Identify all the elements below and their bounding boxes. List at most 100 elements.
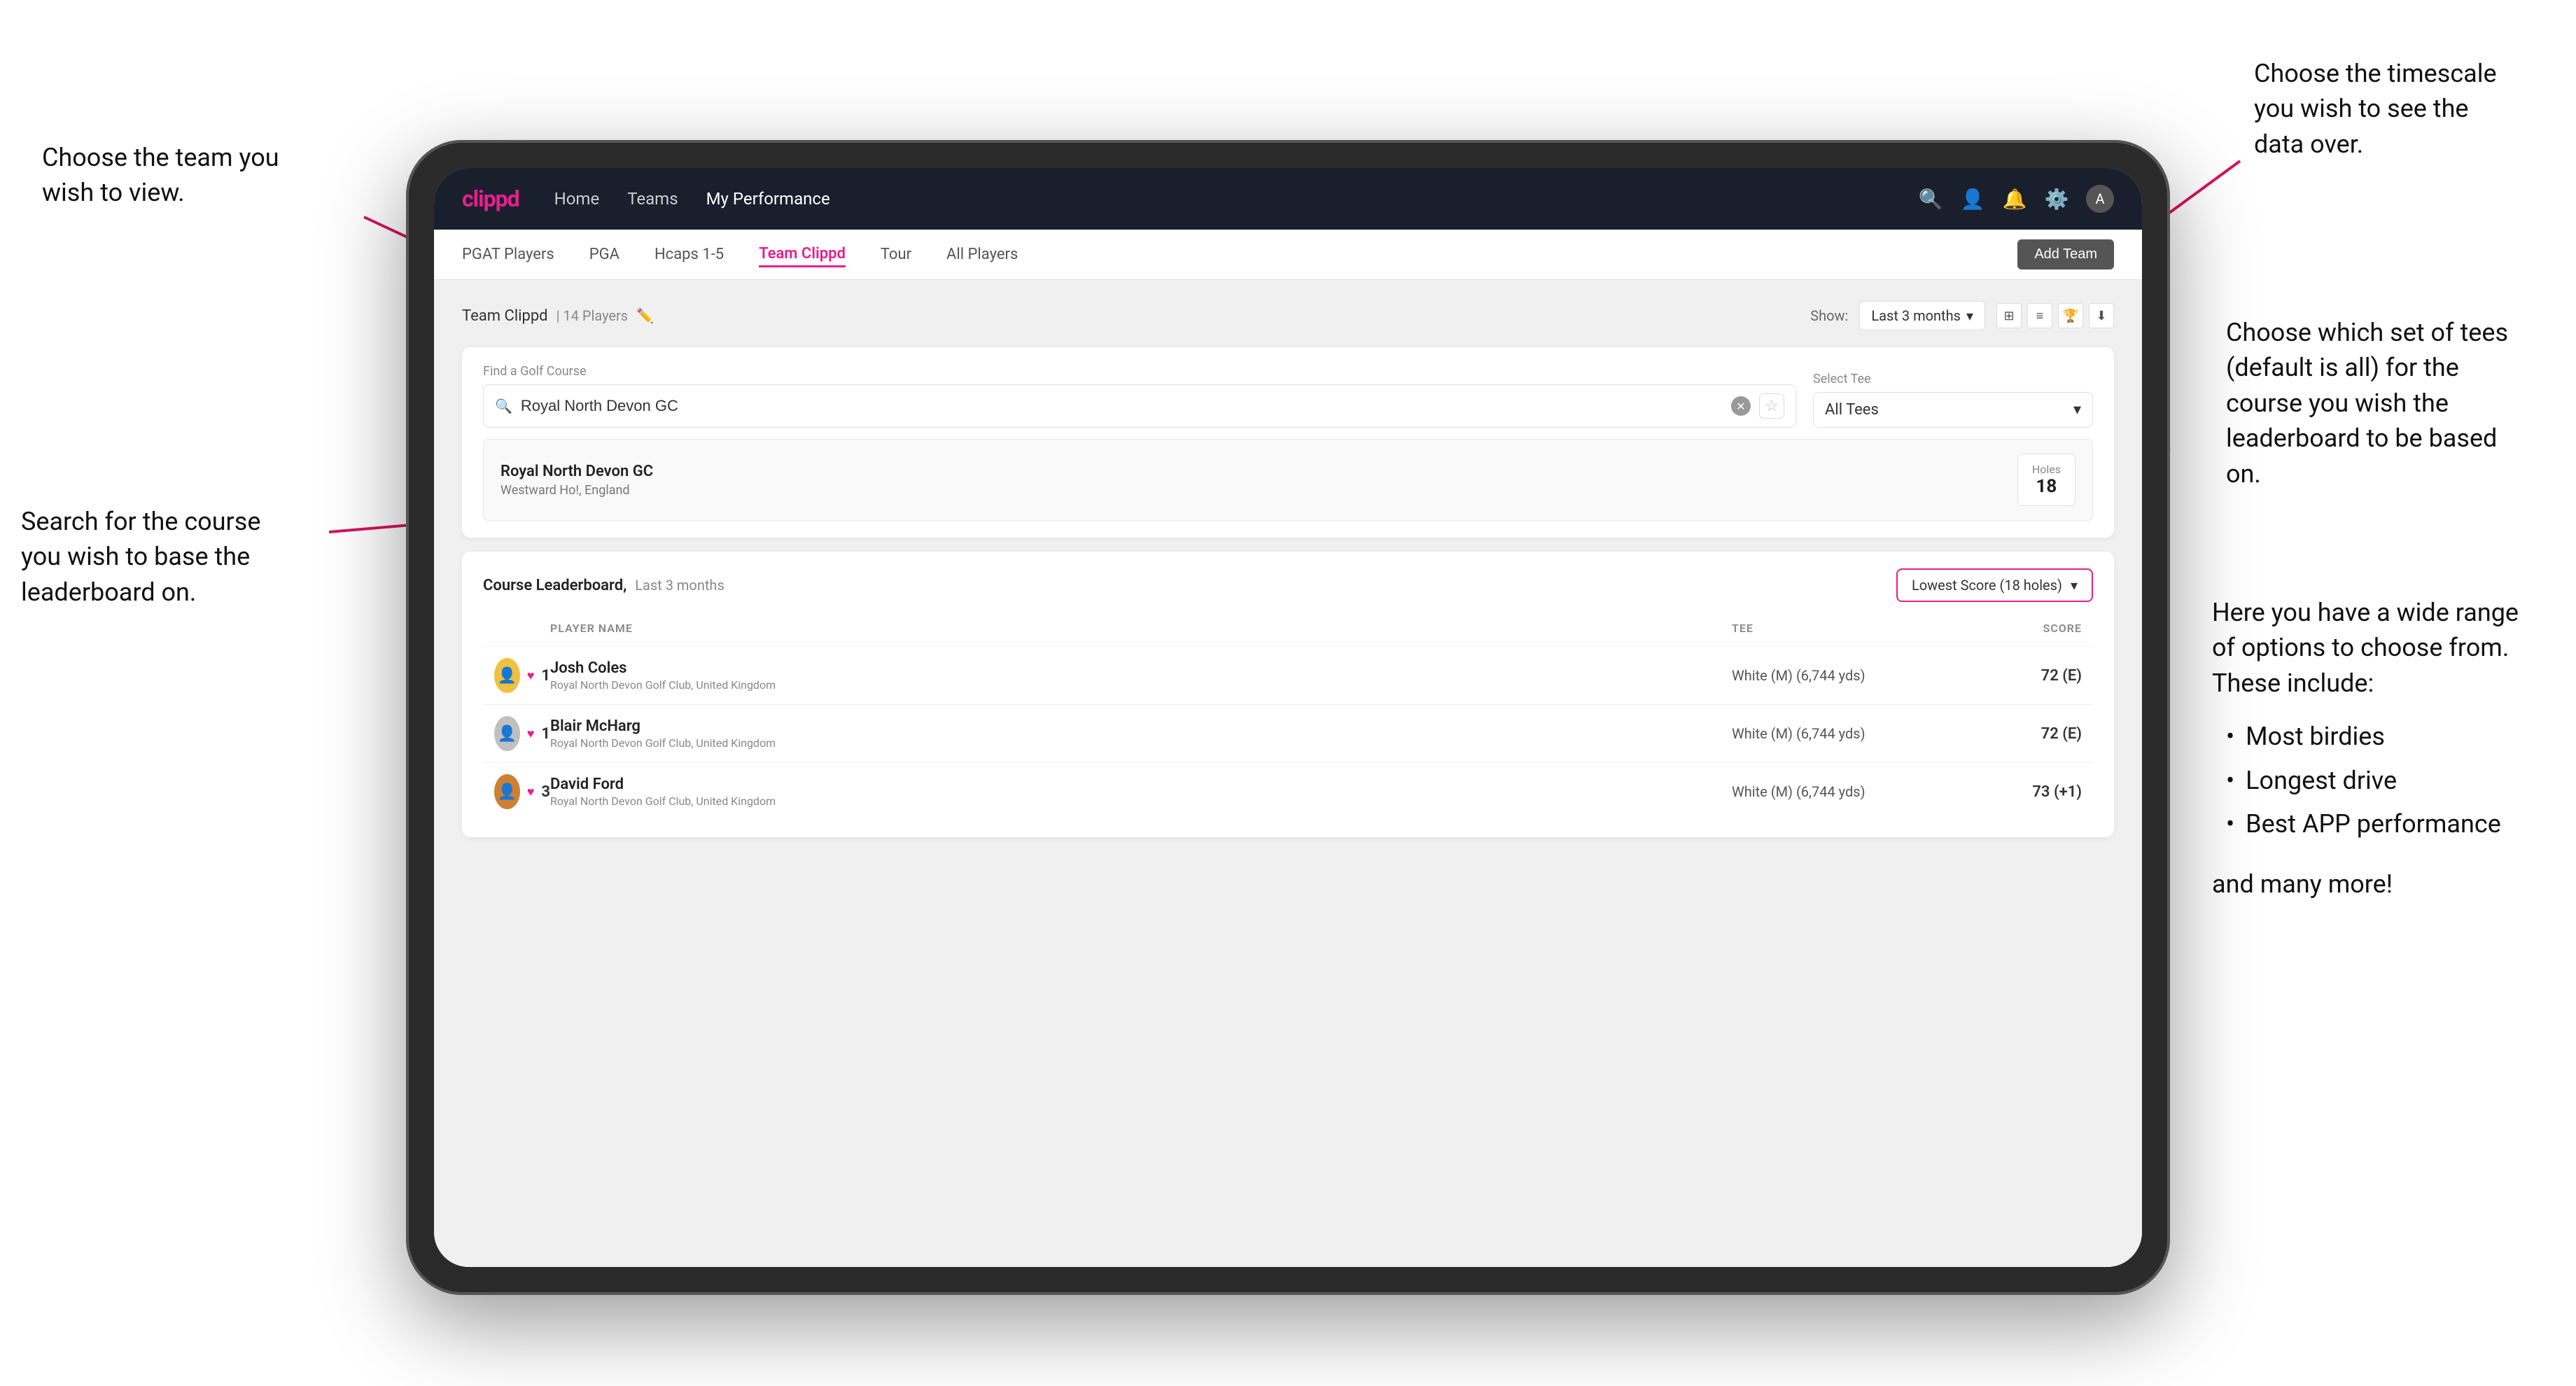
col-player-name: PLAYER NAME xyxy=(550,622,1732,635)
search-field-group: Find a Golf Course 🔍 ✕ ☆ xyxy=(483,364,1796,428)
rank-num-1: 1 xyxy=(541,667,550,685)
annotation-tee: Choose which set of tees (default is all… xyxy=(2226,315,2520,491)
holes-badge: Holes 18 xyxy=(2017,454,2076,506)
navbar: clippd Home Teams My Performance 🔍 👤 🔔 ⚙… xyxy=(434,168,2142,230)
heart-icon-2[interactable]: ♥ xyxy=(527,727,535,741)
sub-nav-pgat[interactable]: PGAT Players xyxy=(462,243,554,266)
trophy-view-button[interactable]: 🏆 xyxy=(2058,303,2083,328)
table-row: 👤 ♥ 1 Josh Coles Royal North Devon Golf … xyxy=(483,646,2093,704)
show-dropdown[interactable]: Last 3 months ▾ xyxy=(1859,301,1985,330)
holes-value: 18 xyxy=(2032,476,2061,497)
team-name: Team Clippd xyxy=(462,307,548,325)
tee-cell-1: White (M) (6,744 yds) xyxy=(1732,667,1942,684)
heart-icon-1[interactable]: ♥ xyxy=(527,668,535,683)
annotation-team: Choose the team you wish to view. xyxy=(42,140,308,211)
sub-nav-all-players[interactable]: All Players xyxy=(946,243,1018,266)
clear-search-button[interactable]: ✕ xyxy=(1731,396,1751,416)
favorite-button[interactable]: ☆ xyxy=(1759,393,1784,419)
person-icon[interactable]: 👤 xyxy=(1960,186,1985,211)
sub-navbar: PGAT Players PGA Hcaps 1-5 Team Clippd T… xyxy=(434,230,2142,280)
bullet-drive: Longest drive xyxy=(2226,759,2534,802)
col-header-empty xyxy=(494,622,550,635)
find-course-label: Find a Golf Course xyxy=(483,364,1796,379)
avatar-2: 👤 xyxy=(494,716,520,751)
annotation-score-options: Here you have a wide range of options to… xyxy=(2212,595,2534,902)
navbar-links: Home Teams My Performance xyxy=(554,189,1883,209)
user-avatar-icon[interactable]: A xyxy=(2086,185,2114,213)
navbar-icons: 🔍 👤 🔔 ⚙️ A xyxy=(1918,185,2114,213)
settings-icon[interactable]: ⚙️ xyxy=(2044,186,2069,211)
search-icon: 🔍 xyxy=(495,398,512,414)
chevron-down-icon: ▾ xyxy=(2073,401,2081,419)
sub-nav-tour[interactable]: Tour xyxy=(881,243,911,266)
course-search-input[interactable] xyxy=(521,397,1723,415)
score-cell-2: 72 (E) xyxy=(1942,725,2082,743)
bullet-birdies: Most birdies xyxy=(2226,715,2534,758)
course-info: Royal North Devon GC Westward Ho!, Engla… xyxy=(500,463,653,498)
and-more: and many more! xyxy=(2212,867,2534,902)
leaderboard-subtitle: Last 3 months xyxy=(635,577,724,594)
main-content: Team Clippd | 14 Players ✏️ Show: Last 3… xyxy=(434,280,2142,1267)
leaderboard-title: Course Leaderboard, Last 3 months xyxy=(483,577,724,594)
tablet-frame: clippd Home Teams My Performance 🔍 👤 🔔 ⚙… xyxy=(406,140,2170,1295)
team-actions: Show: Last 3 months ▾ ⊞ ≡ 🏆 ⬇ xyxy=(1810,301,2114,330)
team-title: Team Clippd | 14 Players ✏️ xyxy=(462,307,654,325)
brand-logo: clippd xyxy=(462,186,519,212)
player-info-2: Blair McHarg Royal North Devon Golf Club… xyxy=(550,718,1732,750)
bell-icon[interactable]: 🔔 xyxy=(2002,186,2027,211)
leaderboard-section: Course Leaderboard, Last 3 months Lowest… xyxy=(462,552,2114,837)
heart-icon-3[interactable]: ♥ xyxy=(527,785,535,799)
rank-num-3: 3 xyxy=(541,783,550,801)
leaderboard-table: PLAYER NAME TEE SCORE 👤 ♥ 1 Josh Coles xyxy=(483,616,2093,820)
table-row: 👤 ♥ 1 Blair McHarg Royal North Devon Gol… xyxy=(483,704,2093,762)
tee-select-dropdown[interactable]: All Tees ▾ xyxy=(1813,392,2093,428)
search-section: Find a Golf Course 🔍 ✕ ☆ Select Tee All … xyxy=(462,347,2114,538)
download-button[interactable]: ⬇ xyxy=(2089,303,2114,328)
sub-nav-hcaps[interactable]: Hcaps 1-5 xyxy=(654,243,724,266)
nav-teams[interactable]: Teams xyxy=(627,189,678,209)
rank-cell-1: 👤 ♥ 1 xyxy=(494,658,550,693)
chevron-down-icon: ▾ xyxy=(1966,307,1973,324)
holes-label: Holes xyxy=(2032,463,2061,476)
annotation-search: Search for the course you wish to base t… xyxy=(21,504,287,610)
course-result: Royal North Devon GC Westward Ho!, Engla… xyxy=(483,439,2093,521)
col-score: SCORE xyxy=(1942,622,2082,635)
tee-field-group: Select Tee All Tees ▾ xyxy=(1813,372,2093,428)
avatar-3: 👤 xyxy=(494,774,520,809)
team-header: Team Clippd | 14 Players ✏️ Show: Last 3… xyxy=(462,301,2114,330)
nav-home[interactable]: Home xyxy=(554,189,600,209)
sub-nav-pga[interactable]: PGA xyxy=(589,243,620,266)
search-row: Find a Golf Course 🔍 ✕ ☆ Select Tee All … xyxy=(483,364,2093,428)
player-count: | 14 Players xyxy=(556,307,629,324)
rank-cell-2: 👤 ♥ 1 xyxy=(494,716,550,751)
table-row: 👤 ♥ 3 David Ford Royal North Devon Golf … xyxy=(483,762,2093,820)
sub-nav-team-clippd[interactable]: Team Clippd xyxy=(759,242,846,267)
player-info-3: David Ford Royal North Devon Golf Club, … xyxy=(550,776,1732,808)
edit-icon[interactable]: ✏️ xyxy=(636,307,654,324)
score-filter-value: Lowest Score (18 holes) xyxy=(1912,577,2062,594)
course-location: Westward Ho!, England xyxy=(500,483,653,498)
leaderboard-header: Course Leaderboard, Last 3 months Lowest… xyxy=(483,568,2093,602)
search-icon[interactable]: 🔍 xyxy=(1918,186,1943,211)
view-icons: ⊞ ≡ 🏆 ⬇ xyxy=(1996,303,2114,328)
col-tee: TEE xyxy=(1732,622,1942,635)
nav-my-performance[interactable]: My Performance xyxy=(706,189,830,209)
list-view-button[interactable]: ≡ xyxy=(2027,303,2052,328)
bullet-app: Best APP performance xyxy=(2226,802,2534,846)
table-headers: PLAYER NAME TEE SCORE xyxy=(483,616,2093,640)
tee-value: All Tees xyxy=(1825,401,1879,419)
chevron-down-icon: ▾ xyxy=(2071,577,2078,594)
score-cell-3: 73 (+1) xyxy=(1942,783,2082,801)
course-name: Royal North Devon GC xyxy=(500,463,653,480)
show-label: Show: xyxy=(1810,307,1848,324)
rank-cell-3: 👤 ♥ 3 xyxy=(494,774,550,809)
grid-view-button[interactable]: ⊞ xyxy=(1996,303,2022,328)
add-team-button[interactable]: Add Team xyxy=(2017,239,2114,270)
score-cell-1: 72 (E) xyxy=(1942,667,2082,685)
tee-cell-2: White (M) (6,744 yds) xyxy=(1732,725,1942,742)
tee-cell-3: White (M) (6,744 yds) xyxy=(1732,783,1942,800)
player-info-1: Josh Coles Royal North Devon Golf Club, … xyxy=(550,659,1732,692)
rank-num-2: 1 xyxy=(541,725,550,743)
search-input-wrap: 🔍 ✕ ☆ xyxy=(483,384,1796,428)
score-filter-dropdown[interactable]: Lowest Score (18 holes) ▾ xyxy=(1896,568,2093,602)
